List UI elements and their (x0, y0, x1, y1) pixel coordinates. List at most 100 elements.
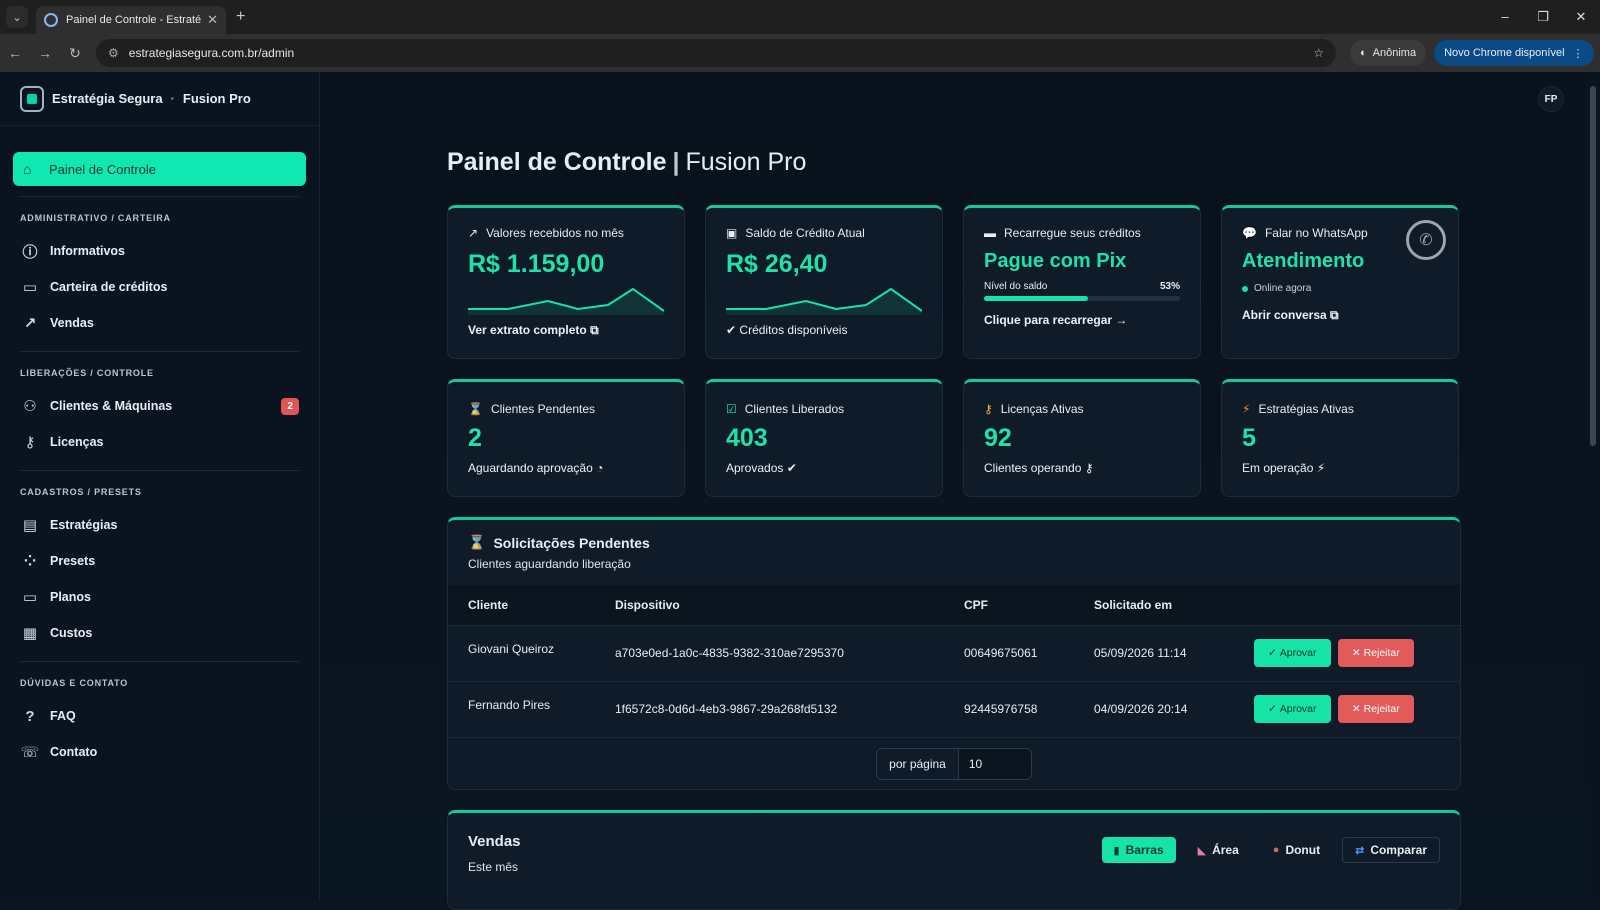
tab-donut[interactable]: ● Donut (1261, 837, 1332, 863)
reload-icon[interactable]: ↻ (60, 45, 90, 62)
sidebar-item-informativos[interactable]: ⓘ Informativos (20, 233, 299, 269)
reject-button[interactable]: ✕ Rejeitar (1337, 695, 1414, 724)
users-icon: ⚇ (23, 398, 37, 415)
tab-label: Donut (1285, 843, 1321, 857)
page-title: Painel de Controle | Fusion Pro (447, 148, 1461, 177)
extract-link[interactable]: Ver extrato completo ⧉ (468, 323, 664, 338)
card-icon: ▭ (22, 589, 38, 606)
checkbox-icon: ☑ (726, 402, 737, 416)
balance-level-bar (984, 296, 1180, 301)
pix-title: Pague com Pix (984, 250, 1127, 272)
sidebar-item-faq[interactable]: ? FAQ (20, 698, 299, 734)
sidebar-item-contato[interactable]: ☏ Contato (20, 734, 299, 770)
card-recharge: ▬ Recarregue seus créditos Pague com Pix … (963, 205, 1201, 359)
clock-icon: ◔ (596, 461, 604, 475)
sidebar-item-label: Informativos (50, 244, 126, 258)
sidebar-item-custos[interactable]: ▦ Custos (20, 615, 299, 651)
close-window-icon[interactable]: ✕ (1562, 0, 1600, 34)
sidebar-item-presets[interactable]: ⁘ Presets (20, 543, 299, 579)
page-scrollbar[interactable] (1586, 72, 1600, 900)
browser-tab[interactable]: Painel de Controle - Estratégia Segura ✕ (36, 6, 226, 34)
cell-device: a703e0ed-1a0c-4835-9382-310ae7295370 (595, 624, 944, 681)
sidebar-item-painel[interactable]: ⌂ Painel de Controle (13, 152, 306, 186)
sidebar-item-planos[interactable]: ▭ Planos (20, 579, 299, 615)
reject-button[interactable]: ✕ Rejeitar (1337, 639, 1414, 667)
check-circle-icon: ✔ (726, 323, 737, 337)
section-title: LIBERAÇÕES / CONTROLE (20, 368, 154, 378)
site-info-icon[interactable]: ⚙ (108, 46, 119, 60)
key-icon: ⚷ (1084, 461, 1094, 475)
tab-comparar[interactable]: ⇄ Comparar (1342, 837, 1440, 863)
tab-label: Área (1212, 843, 1239, 857)
bookmark-star-icon[interactable]: ☆ (1313, 46, 1324, 60)
chrome-update-button[interactable]: Novo Chrome disponível ⋮ (1434, 40, 1594, 66)
balance-sparkline (726, 287, 922, 315)
chat-icon: ☏ (20, 744, 40, 761)
stat-cards: ⌛ Clientes Pendentes 2 Aguardando aprovaç… (447, 379, 1461, 497)
sidebar-item-label: Clientes & Máquinas (50, 399, 173, 413)
check-icon: ✓ (1268, 703, 1277, 716)
sidebar-item-label: Licenças (50, 435, 104, 449)
sidebar-item-carteira[interactable]: ▭ Carteira de créditos (20, 269, 299, 305)
recharge-link[interactable]: Clique para recarregar → (984, 313, 1180, 327)
check-circle-icon: ✔ (786, 461, 797, 475)
per-page-select[interactable]: por página 10 (876, 747, 1032, 780)
pending-value: 2 (468, 424, 482, 452)
released-note-label: Aprovados (726, 461, 784, 475)
forward-icon[interactable]: → (30, 45, 60, 61)
trend-up-icon: ↗ (468, 226, 479, 240)
sales-panel: Vendas Este mês ▮ Barras ◣ Área ● Donut ⇄ Co… (447, 810, 1461, 910)
incognito-indicator[interactable]: ◐ Anônima (1350, 40, 1427, 66)
menu-dots-icon[interactable]: ⋮ (1573, 47, 1584, 60)
sidebar-item-label: Carteira de créditos (50, 280, 168, 294)
section-title: CADASTROS / PRESETS (20, 487, 142, 497)
approve-label: Aprovar (1279, 647, 1317, 659)
approve-button[interactable]: ✓ Aprovar (1254, 639, 1331, 667)
donut-icon: ● (1272, 844, 1280, 856)
approve-button[interactable]: ✓ Aprovar (1254, 695, 1331, 724)
lock-logo-icon (20, 85, 44, 112)
per-page-label: por página (877, 748, 959, 779)
scrollbar-thumb[interactable] (1590, 86, 1596, 446)
chat-bubble-icon: 💬 (1242, 226, 1257, 240)
user-avatar[interactable]: FP (1538, 86, 1564, 112)
page-title-sub: Fusion Pro (685, 148, 807, 176)
home-icon: ⌂ (23, 161, 32, 177)
sidebar-item-label: Vendas (50, 316, 94, 330)
credit-card-icon: ▬ (984, 226, 996, 240)
pending-requests-panel: ⌛ Solicitações Pendentes Clientes aguarda… (447, 517, 1461, 790)
sidebar-item-label: FAQ (50, 709, 76, 723)
cell-date: 04/09/2026 20:14 (1074, 680, 1234, 737)
per-page-value[interactable]: 10 (958, 748, 1031, 779)
close-tab-icon[interactable]: ✕ (207, 12, 218, 28)
open-chat-link[interactable]: Abrir conversa ⧉ (1242, 308, 1438, 323)
tab-barras[interactable]: ▮ Barras (1101, 837, 1176, 863)
sidebar-item-clientes[interactable]: ⚇ Clientes & Máquinas 2 (20, 388, 299, 424)
hourglass-icon: ⌛ (468, 402, 483, 416)
external-link-icon: ⧉ (590, 323, 599, 337)
back-icon[interactable]: ← (0, 45, 30, 61)
tab-search-icon[interactable]: ⌄ (6, 6, 28, 28)
tab-favicon-icon (44, 13, 58, 27)
help-icon: ? (25, 707, 35, 725)
minimize-icon[interactable]: – (1486, 0, 1524, 34)
sidebar-item-licencas[interactable]: ⚷ Licenças (20, 424, 299, 460)
cell-device: 1f6572c8-0d6d-4eb3-9867-29a268fd5132 (595, 680, 944, 737)
tab-area[interactable]: ◣ Área (1186, 837, 1251, 863)
bolt-icon: ⚡ (1316, 461, 1326, 475)
received-value: R$ 1.159,00 (468, 250, 605, 278)
url-field[interactable]: ⚙ estrategiasegura.com.br/admin ☆ (96, 39, 1336, 67)
grid-icon: ⁘ (23, 553, 37, 570)
new-tab-icon[interactable]: + (236, 8, 245, 26)
level-label: Nível do saldo (984, 281, 1048, 292)
sidebar-item-label: Contato (50, 745, 98, 759)
cell-cpf: 92445976758 (944, 680, 1074, 737)
window-controls: – ❐ ✕ (1486, 0, 1600, 34)
cell-client: Fernando Pires (448, 680, 595, 737)
brand-separator: · (170, 91, 175, 106)
tab-title: Painel de Controle - Estratégia Segura (66, 14, 202, 26)
sidebar-item-vendas[interactable]: ↗ Vendas (20, 305, 299, 341)
restore-icon[interactable]: ❐ (1524, 0, 1562, 34)
brand[interactable]: Estratégia Segura · Fusion Pro (0, 72, 319, 126)
sidebar-item-estrategias[interactable]: ▤ Estratégias (20, 507, 299, 543)
